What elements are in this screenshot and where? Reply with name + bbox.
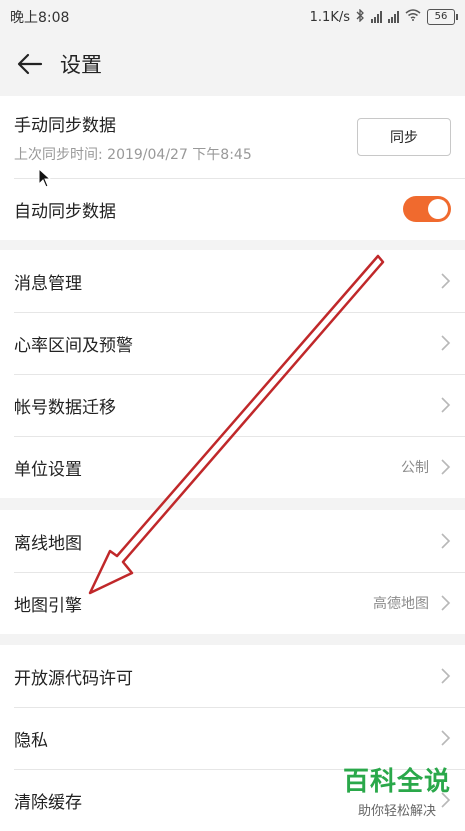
status-indicators: 1.1K/s 56: [309, 7, 458, 26]
settings-group-2: 离线地图地图引擎 高德地图: [0, 510, 465, 634]
auto-sync-label: 自动同步数据: [14, 201, 116, 222]
settings-row-label: 消息管理: [14, 273, 82, 294]
settings-row[interactable]: 地图引擎 高德地图: [0, 572, 465, 634]
chevron-right-icon: [441, 668, 451, 684]
settings-row-label: 单位设置: [14, 459, 82, 480]
chevron-right-icon: [441, 595, 451, 611]
auto-sync-toggle[interactable]: [403, 196, 451, 222]
settings-row-value: 公制: [401, 460, 429, 476]
settings-row-value: 高德地图: [373, 596, 429, 612]
settings-group-1: 消息管理心率区间及预警 帐号数据迁移 单位设置 公制: [0, 250, 465, 498]
chevron-right-icon: [441, 533, 451, 549]
settings-row-label: 隐私: [14, 730, 48, 751]
chevron-right-icon: [441, 730, 451, 746]
signal-icon: [371, 11, 382, 23]
settings-row-label: 离线地图: [14, 533, 82, 554]
toggle-knob: [428, 199, 448, 219]
settings-row-label: 开放源代码许可: [14, 668, 133, 689]
mouse-cursor-icon: [38, 168, 52, 188]
status-bar: 晚上8:08 1.1K/s 56: [0, 0, 465, 34]
manual-sync-row: 手动同步数据 上次同步时间: 2019/04/27 下午8:45 同步: [0, 96, 465, 178]
settings-row-label: 地图引擎: [14, 595, 82, 616]
settings-row[interactable]: 帐号数据迁移: [0, 374, 465, 436]
bluetooth-icon: [356, 7, 365, 26]
battery-icon: 56: [427, 9, 458, 25]
watermark-subtitle: 助你轻松解决: [357, 804, 436, 819]
auto-sync-row[interactable]: 自动同步数据: [0, 178, 465, 240]
sync-button[interactable]: 同步: [357, 118, 451, 156]
back-button[interactable]: [0, 34, 60, 94]
chevron-right-icon: [441, 397, 451, 413]
sync-card: 手动同步数据 上次同步时间: 2019/04/27 下午8:45 同步 自动同步…: [0, 96, 465, 240]
settings-row-label: 心率区间及预警: [14, 335, 133, 356]
network-speed: 1.1K/s: [309, 9, 350, 25]
status-time: 晚上8:08: [10, 10, 70, 26]
chevron-right-icon: [441, 273, 451, 289]
chevron-right-icon: [441, 335, 451, 351]
watermark: 百科全说 助你轻松解决: [343, 761, 451, 819]
page-title: 设置: [60, 53, 102, 77]
app-bar: 设置: [0, 34, 465, 94]
settings-row[interactable]: 隐私: [0, 707, 465, 769]
settings-row[interactable]: 消息管理: [0, 250, 465, 312]
settings-row[interactable]: 离线地图: [0, 510, 465, 572]
back-arrow-icon: [17, 53, 43, 75]
settings-row[interactable]: 开放源代码许可: [0, 645, 465, 707]
manual-sync-label: 手动同步数据: [14, 115, 116, 136]
watermark-title: 百科全说: [342, 767, 451, 797]
chevron-right-icon: [441, 459, 451, 475]
last-sync-time: 上次同步时间: 2019/04/27 下午8:45: [14, 146, 252, 163]
settings-row-label: 帐号数据迁移: [14, 397, 116, 418]
signal-icon-2: [388, 11, 399, 23]
settings-row[interactable]: 心率区间及预警: [0, 312, 465, 374]
wifi-icon: [405, 9, 421, 25]
settings-row[interactable]: 单位设置 公制: [0, 436, 465, 498]
